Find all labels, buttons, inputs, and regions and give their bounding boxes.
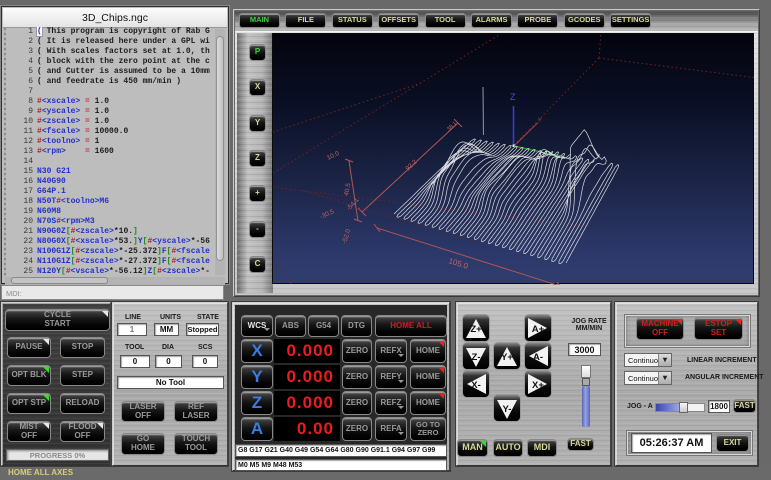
svg-text:10.0: 10.0 bbox=[326, 150, 341, 162]
svg-text:Z: Z bbox=[510, 92, 516, 102]
svg-text:-30.5: -30.5 bbox=[319, 208, 336, 221]
svg-text:40.5: 40.5 bbox=[343, 182, 352, 196]
svg-text:92.2: 92.2 bbox=[405, 158, 419, 172]
svg-text:105.0: 105.0 bbox=[447, 256, 469, 271]
svg-text:Z+: Z+ bbox=[470, 324, 482, 335]
svg-text:Y-: Y- bbox=[503, 404, 512, 415]
svg-text:-54.1: -54.1 bbox=[345, 196, 360, 212]
svg-text:A+: A+ bbox=[532, 324, 545, 335]
svg-text:38.1: 38.1 bbox=[446, 121, 458, 133]
svg-text:Y: Y bbox=[538, 118, 542, 124]
svg-text:X-: X- bbox=[471, 380, 481, 391]
svg-text:Y+: Y+ bbox=[501, 352, 513, 363]
svg-text:Z-: Z- bbox=[472, 352, 481, 363]
svg-text:-52.0: -52.0 bbox=[341, 228, 352, 245]
svg-text:A-: A- bbox=[533, 352, 543, 363]
svg-text:X+: X+ bbox=[532, 380, 544, 391]
